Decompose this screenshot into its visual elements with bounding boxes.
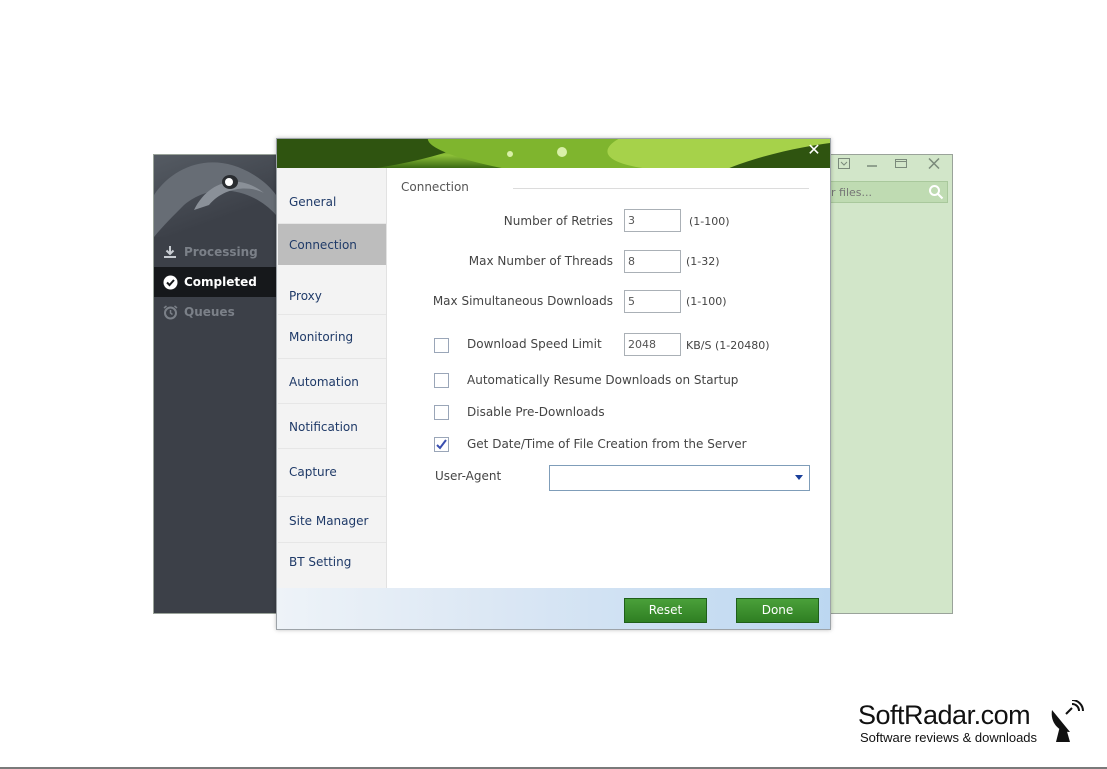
disable-pre-downloads-label: Disable Pre-Downloads [467,405,605,419]
settings-dialog: ✕ General Connection Proxy Monitoring Au… [276,138,831,630]
settings-nav-site-manager[interactable]: Site Manager [278,500,386,541]
settings-nav-notification[interactable]: Notification [278,406,386,447]
settings-nav-general[interactable]: General [278,181,386,222]
speed-limit-label: Download Speed Limit [467,337,602,351]
settings-nav-bt-setting[interactable]: BT Setting [278,541,386,582]
retries-input[interactable] [624,209,681,232]
simultaneous-input[interactable] [624,290,681,313]
settings-nav: General Connection Proxy Monitoring Auto… [277,168,387,588]
search-box[interactable] [826,181,948,203]
nav-divider [278,358,386,359]
simultaneous-label: Max Simultaneous Downloads [432,294,613,308]
connection-panel: Connection Number of Retries (1-100) Max… [387,168,830,588]
speed-limit-input[interactable] [624,333,681,356]
retries-label: Number of Retries [503,214,613,228]
minimize-icon[interactable] [864,158,880,172]
simultaneous-range: (1-100) [686,295,727,308]
section-title: Connection [401,180,469,194]
dialog-banner-image: ✕ [277,139,830,168]
user-agent-label: User-Agent [435,469,502,483]
watermark-subtitle: Software reviews & downloads [860,730,1038,745]
satellite-dish-icon [1051,700,1084,742]
nav-divider [278,496,386,497]
nav-divider [278,448,386,449]
resume-on-startup-checkbox[interactable] [434,373,449,388]
close-icon[interactable] [926,157,942,172]
done-button[interactable]: Done [736,598,819,623]
server-date-time-label: Get Date/Time of File Creation from the … [467,437,747,451]
settings-nav-proxy[interactable]: Proxy [278,275,386,316]
watermark-title: SoftRadar.com [858,700,1031,730]
speed-limit-range: KB/S (1-20480) [686,339,770,352]
dialog-close-button[interactable]: ✕ [801,139,827,161]
search-icon[interactable] [928,184,944,200]
watermark: SoftRadar.com Software reviews & downloa… [858,700,1088,750]
settings-nav-capture[interactable]: Capture [278,451,386,492]
maximize-icon[interactable] [893,158,909,172]
settings-nav-automation[interactable]: Automation [278,361,386,402]
threads-range: (1-32) [686,255,720,268]
checkmark-icon [436,439,447,450]
reset-button[interactable]: Reset [624,598,707,623]
settings-nav-monitoring[interactable]: Monitoring [278,316,386,357]
nav-divider [278,314,386,315]
alarm-clock-icon [162,304,178,320]
retries-range: (1-100) [689,215,730,228]
download-icon [162,244,178,260]
settings-nav-connection[interactable]: Connection [278,224,386,265]
speed-limit-checkbox[interactable] [434,338,449,353]
app-nav-label: Processing [184,245,258,259]
chevron-down-icon[interactable] [795,475,803,480]
app-nav-completed[interactable]: Completed [154,267,276,297]
disable-pre-downloads-checkbox[interactable] [434,405,449,420]
resume-on-startup-label: Automatically Resume Downloads on Startu… [467,373,739,387]
app-nav-queues[interactable]: Queues [154,297,276,327]
search-input[interactable] [831,184,927,200]
dropdown-icon[interactable] [836,158,852,172]
app-nav-label: Completed [184,275,257,289]
user-agent-select[interactable] [549,465,810,491]
app-sidebar: Processing Completed Queues [154,155,276,613]
server-date-time-checkbox[interactable] [434,437,449,452]
section-divider [513,188,809,189]
app-nav-processing[interactable]: Processing [154,237,276,267]
app-nav-label: Queues [184,305,235,319]
threads-label: Max Number of Threads [468,254,613,268]
dialog-footer: Reset Done [277,588,830,629]
threads-input[interactable] [624,250,681,273]
app-logo [154,155,276,237]
check-circle-icon [162,274,178,290]
nav-divider [278,403,386,404]
